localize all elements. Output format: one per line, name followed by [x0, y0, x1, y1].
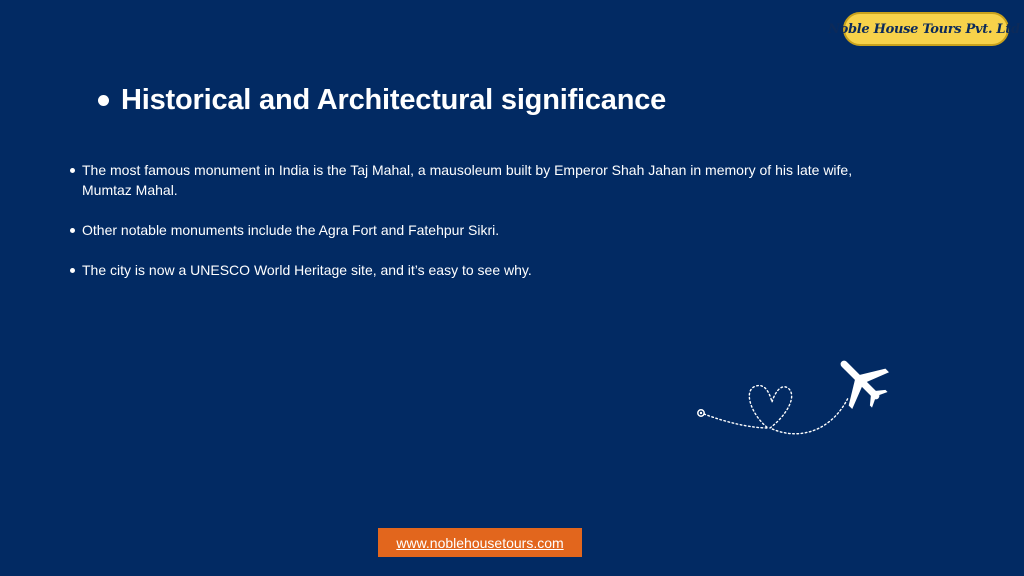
bullet-item: The most famous monument in India is the…	[68, 160, 888, 200]
bullet-dot-icon	[70, 228, 75, 233]
bullet-item: Other notable monuments include the Agra…	[68, 220, 888, 240]
bullet-dot-icon	[70, 168, 75, 173]
bullet-item: The city is now a UNESCO World Heritage …	[68, 260, 888, 280]
bullet-text: The most famous monument in India is the…	[82, 162, 853, 198]
airplane-icon	[840, 360, 889, 409]
bullet-text: Other notable monuments include the Agra…	[82, 222, 500, 238]
company-logo-text: Noble House Tours Pvt. Ltd.	[828, 21, 1024, 37]
dotted-heart-route-icon	[697, 384, 849, 435]
slide: Noble House Tours Pvt. Ltd. Historical a…	[0, 0, 1024, 576]
heading-bullet-icon	[98, 95, 109, 106]
company-logo-badge: Noble House Tours Pvt. Ltd.	[828, 12, 1024, 46]
bullet-list: The most famous monument in India is the…	[68, 160, 888, 300]
slide-heading: Historical and Architectural significanc…	[98, 84, 666, 117]
bullet-dot-icon	[70, 268, 75, 273]
slide-title: Historical and Architectural significanc…	[121, 84, 667, 116]
bullet-text: The city is now a UNESCO World Heritage …	[82, 262, 532, 278]
website-link-button[interactable]: www.noblehousetours.com	[378, 528, 582, 557]
airplane-route-graphic	[697, 360, 889, 435]
